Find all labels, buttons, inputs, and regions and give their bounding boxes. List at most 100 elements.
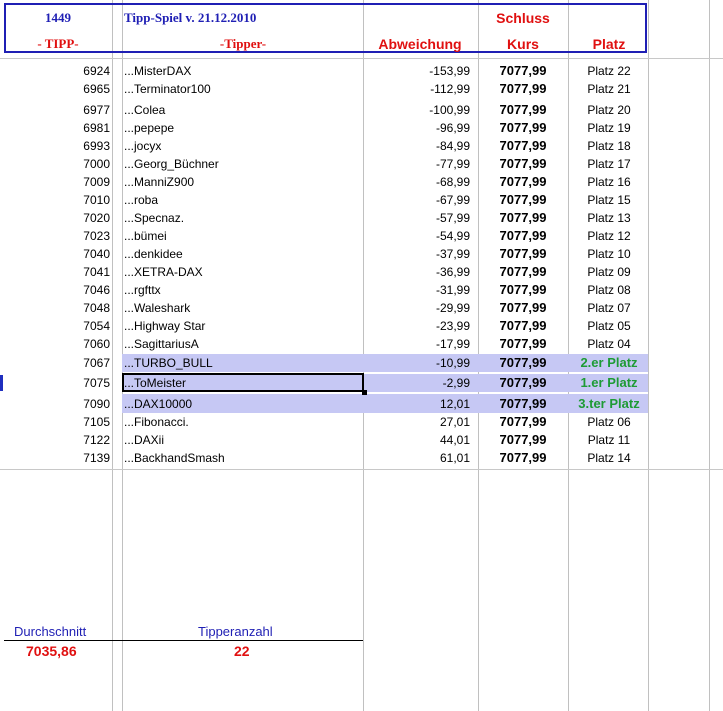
cell-platz[interactable]: Platz 13 [570, 209, 648, 227]
cell-platz[interactable]: Platz 22 [570, 62, 648, 80]
cell-kurs[interactable]: 7077,99 [480, 191, 566, 209]
cell-platz[interactable]: Platz 19 [570, 119, 648, 137]
cell-abweichung[interactable]: 27,01 [364, 413, 470, 431]
cell-abweichung[interactable]: 61,01 [364, 449, 470, 467]
cell-tipp[interactable]: 6993 [6, 137, 110, 155]
cell-tipp[interactable]: 7009 [6, 173, 110, 191]
cell-tipp[interactable]: 7122 [6, 431, 110, 449]
cell-kurs[interactable]: 7077,99 [480, 354, 566, 372]
cell-platz[interactable]: Platz 17 [570, 155, 648, 173]
cell-platz[interactable]: Platz 09 [570, 263, 648, 281]
cell-tipper[interactable]: ...roba [124, 191, 362, 209]
cell-tipp[interactable]: 7041 [6, 263, 110, 281]
cell-platz[interactable]: Platz 07 [570, 299, 648, 317]
cell-kurs[interactable]: 7077,99 [480, 80, 566, 98]
cell-tipper[interactable]: ...Specnaz. [124, 209, 362, 227]
cell-tipper[interactable]: ...MisterDAX [124, 62, 362, 80]
cell-tipper[interactable]: ...Fibonacci. [124, 413, 362, 431]
cell-tipper[interactable]: ...denkidee [124, 245, 362, 263]
cell-abweichung[interactable]: -54,99 [364, 227, 470, 245]
cell-platz[interactable]: Platz 05 [570, 317, 648, 335]
cell-kurs[interactable]: 7077,99 [480, 137, 566, 155]
cell-tipper[interactable]: ...Georg_Büchner [124, 155, 362, 173]
cell-tipper[interactable]: ...Terminator100 [124, 80, 362, 98]
cell-abweichung[interactable]: -17,99 [364, 335, 470, 353]
cell-tipper[interactable]: ...DAX10000 [124, 395, 362, 413]
cell-kurs[interactable]: 7077,99 [480, 155, 566, 173]
cell-tipp[interactable]: 7067 [6, 354, 110, 372]
cell-tipper[interactable]: ...DAXii [124, 431, 362, 449]
cell-tipper[interactable]: ...pepepe [124, 119, 362, 137]
cell-kurs[interactable]: 7077,99 [480, 209, 566, 227]
cell-tipp[interactable]: 6965 [6, 80, 110, 98]
cell-tipper[interactable]: ...TURBO_BULL [124, 354, 362, 372]
cell-tipp[interactable]: 7075 [6, 374, 110, 392]
cell-tipp[interactable]: 7054 [6, 317, 110, 335]
cell-kurs[interactable]: 7077,99 [480, 101, 566, 119]
cell-kurs[interactable]: 7077,99 [480, 281, 566, 299]
cell-kurs[interactable]: 7077,99 [480, 119, 566, 137]
cell-kurs[interactable]: 7077,99 [480, 431, 566, 449]
cell-kurs[interactable]: 7077,99 [480, 263, 566, 281]
cell-kurs[interactable]: 7077,99 [480, 245, 566, 263]
cell-tipp[interactable]: 7048 [6, 299, 110, 317]
cell-tipper[interactable]: ...jocyx [124, 137, 362, 155]
cell-platz[interactable]: 3.ter Platz [570, 395, 648, 413]
cell-abweichung[interactable]: -84,99 [364, 137, 470, 155]
cell-platz[interactable]: 1.er Platz [570, 374, 648, 392]
cell-abweichung[interactable]: -37,99 [364, 245, 470, 263]
cell-tipp[interactable]: 6977 [6, 101, 110, 119]
cell-abweichung[interactable]: -112,99 [364, 80, 470, 98]
cell-abweichung[interactable]: -96,99 [364, 119, 470, 137]
cell-kurs[interactable]: 7077,99 [480, 449, 566, 467]
cell-tipp[interactable]: 7090 [6, 395, 110, 413]
cell-abweichung[interactable]: -57,99 [364, 209, 470, 227]
cell-platz[interactable]: Platz 21 [570, 80, 648, 98]
cell-tipp[interactable]: 7060 [6, 335, 110, 353]
cell-kurs[interactable]: 7077,99 [480, 299, 566, 317]
cell-tipp[interactable]: 6981 [6, 119, 110, 137]
cell-tipp[interactable]: 7000 [6, 155, 110, 173]
cell-tipper[interactable]: ...BackhandSmash [124, 449, 362, 467]
cell-platz[interactable]: Platz 10 [570, 245, 648, 263]
cell-platz[interactable]: Platz 14 [570, 449, 648, 467]
cell-tipper[interactable]: ...XETRA-DAX [124, 263, 362, 281]
cell-abweichung[interactable]: -100,99 [364, 101, 470, 119]
cell-platz[interactable]: Platz 06 [570, 413, 648, 431]
cell-abweichung[interactable]: -36,99 [364, 263, 470, 281]
cell-tipper[interactable]: ...Highway Star [124, 317, 362, 335]
cell-kurs[interactable]: 7077,99 [480, 173, 566, 191]
cell-tipp[interactable]: 7040 [6, 245, 110, 263]
cell-abweichung[interactable]: 12,01 [364, 395, 470, 413]
cell-tipp[interactable]: 7023 [6, 227, 110, 245]
cell-platz[interactable]: Platz 20 [570, 101, 648, 119]
cell-tipp[interactable]: 7139 [6, 449, 110, 467]
cell-tipp[interactable]: 6924 [6, 62, 110, 80]
selected-cell[interactable] [122, 373, 364, 392]
cell-tipper[interactable]: ...Colea [124, 101, 362, 119]
cell-tipper[interactable]: ...Waleshark [124, 299, 362, 317]
cell-kurs[interactable]: 7077,99 [480, 413, 566, 431]
fill-handle[interactable] [362, 390, 367, 395]
cell-abweichung[interactable]: -31,99 [364, 281, 470, 299]
cell-platz[interactable]: Platz 08 [570, 281, 648, 299]
cell-platz[interactable]: Platz 15 [570, 191, 648, 209]
cell-abweichung[interactable]: -67,99 [364, 191, 470, 209]
cell-tipper[interactable]: ...SagittariusA [124, 335, 362, 353]
cell-kurs[interactable]: 7077,99 [480, 395, 566, 413]
cell-platz[interactable]: Platz 11 [570, 431, 648, 449]
cell-kurs[interactable]: 7077,99 [480, 374, 566, 392]
cell-kurs[interactable]: 7077,99 [480, 317, 566, 335]
cell-tipp[interactable]: 7010 [6, 191, 110, 209]
cell-abweichung[interactable]: -153,99 [364, 62, 470, 80]
cell-abweichung[interactable]: 44,01 [364, 431, 470, 449]
cell-platz[interactable]: 2.er Platz [570, 354, 648, 372]
cell-tipper[interactable]: ...bümei [124, 227, 362, 245]
cell-abweichung[interactable]: -68,99 [364, 173, 470, 191]
cell-tipper[interactable]: ...rgfttx [124, 281, 362, 299]
cell-platz[interactable]: Platz 18 [570, 137, 648, 155]
cell-abweichung[interactable]: -23,99 [364, 317, 470, 335]
cell-abweichung[interactable]: -77,99 [364, 155, 470, 173]
cell-abweichung[interactable]: -10,99 [364, 354, 470, 372]
cell-tipp[interactable]: 7020 [6, 209, 110, 227]
